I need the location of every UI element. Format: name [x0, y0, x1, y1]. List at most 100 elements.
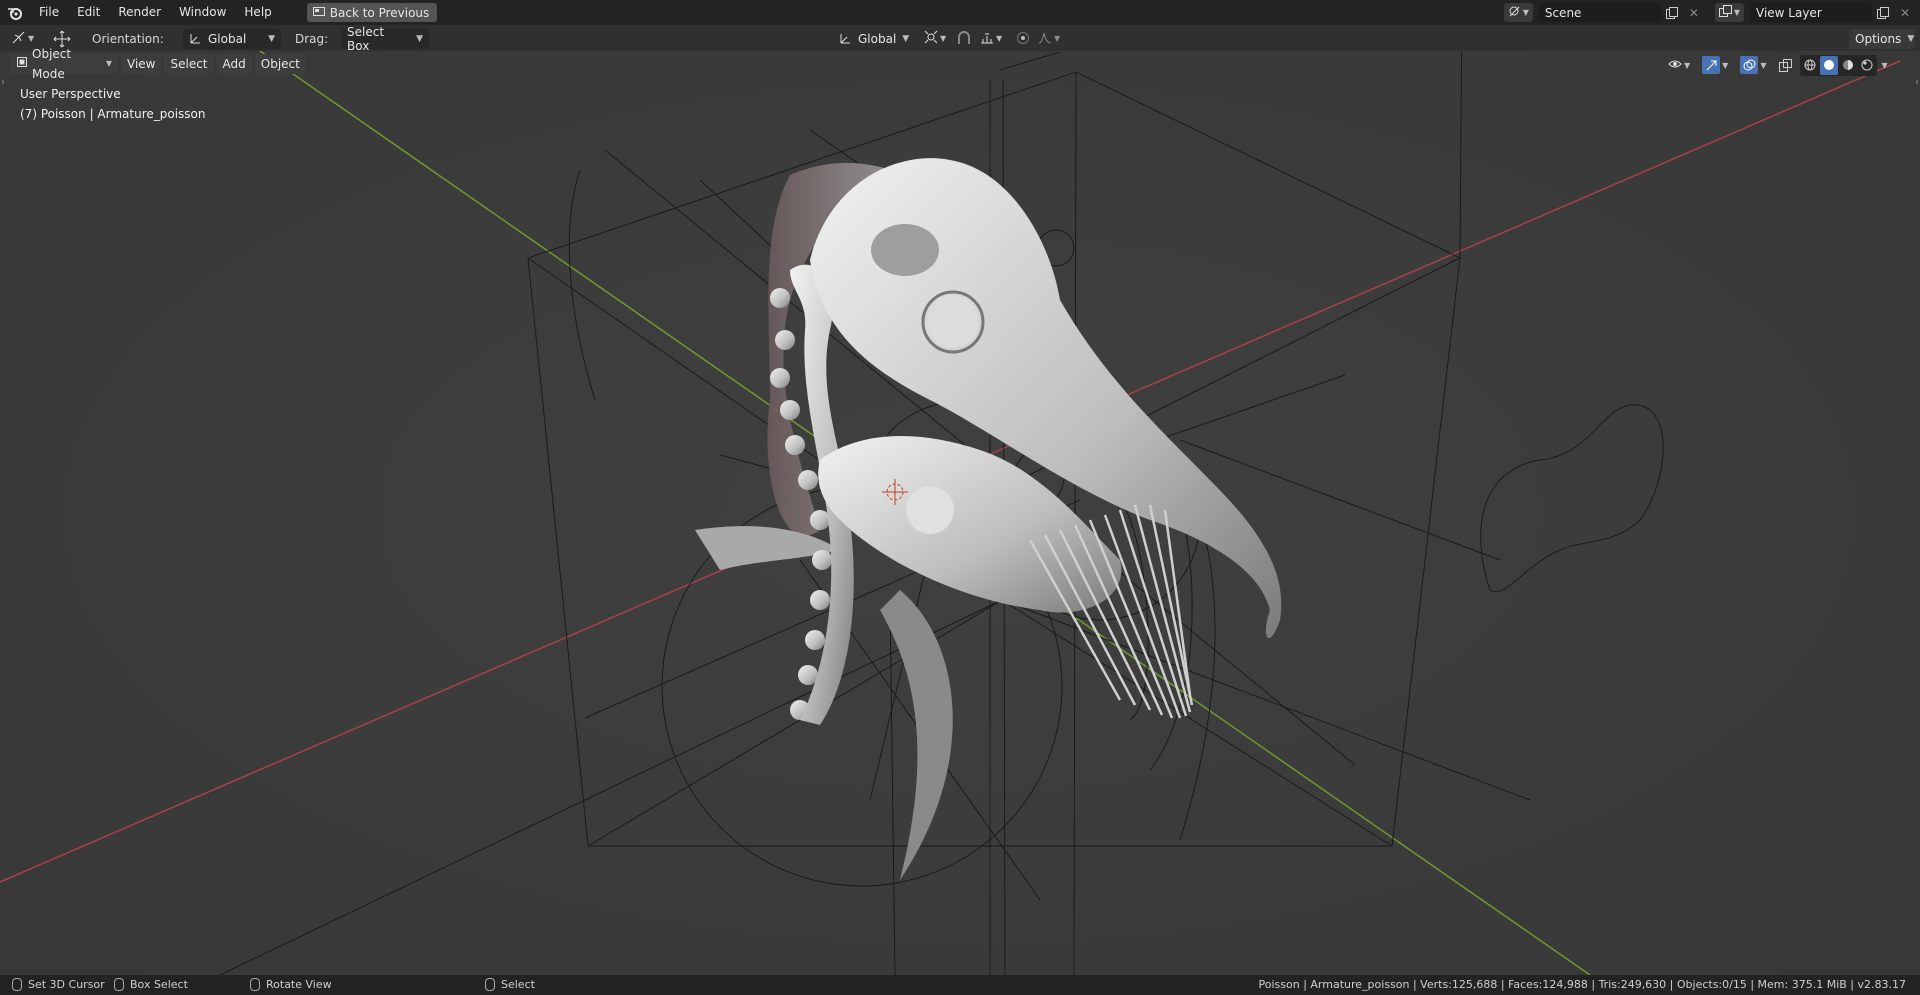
chevron-down-icon: ▼	[902, 34, 910, 44]
add-menu[interactable]: Add	[216, 54, 252, 74]
visibility-button[interactable]: ▼	[1664, 56, 1694, 75]
new-view-layer-icon[interactable]	[1872, 3, 1894, 22]
back-to-previous-button[interactable]: Back to Previous	[306, 3, 438, 22]
drag-dropdown[interactable]: Select Box ▼	[341, 25, 429, 53]
viewport-scene	[0, 51, 1920, 975]
view-layer-icon	[1718, 5, 1732, 20]
material-preview-shading-icon[interactable]	[1839, 56, 1857, 75]
scene-name-value: Scene	[1544, 5, 1582, 20]
chevron-down-icon: ▼	[1907, 34, 1915, 44]
object-mode-label: Object Mode	[32, 47, 72, 81]
mouse-middle-icon	[250, 978, 260, 991]
scene-statistics: Poisson | Armature_poisson | Verts:125,6…	[1258, 978, 1906, 991]
chevron-down-icon: ▼	[268, 34, 275, 44]
falloff-curve-icon	[1038, 31, 1052, 47]
menu-file[interactable]: File	[30, 0, 68, 25]
chevron-down-icon: ▼	[1722, 60, 1729, 70]
proportional-editing-icon[interactable]	[1016, 31, 1030, 48]
transform-orientation-dropdown[interactable]: Global ▼	[833, 29, 915, 49]
menu-help[interactable]: Help	[235, 0, 280, 25]
right-panel-toggle-icon[interactable]: ‹	[1915, 77, 1919, 88]
drag-label: Drag:	[295, 32, 329, 46]
shading-mode-group	[1800, 54, 1878, 76]
chevron-down-icon: ▼	[416, 34, 423, 44]
snap-increment-icon	[980, 31, 994, 47]
options-label: Options	[1855, 32, 1902, 46]
object-menu[interactable]: Object	[254, 54, 306, 74]
view-menu[interactable]: View	[121, 54, 162, 74]
gizmo-button[interactable]: ▼	[1698, 56, 1732, 75]
view-layer-name-field[interactable]: View Layer	[1750, 3, 1872, 22]
chevron-down-icon: ▼	[1054, 34, 1061, 43]
rendered-shading-icon[interactable]	[1858, 56, 1876, 75]
left-panel-toggle-icon[interactable]: ›	[1, 77, 5, 88]
box-select-label: Box Select	[130, 978, 188, 991]
mouse-drag-icon	[114, 978, 124, 991]
chevron-down-icon: ▼	[1733, 8, 1740, 17]
options-dropdown[interactable]: Options ▼	[1849, 29, 1915, 49]
viewport-perspective-text: User Perspective	[20, 87, 121, 101]
view-layer-name-value: View Layer	[1756, 5, 1822, 20]
chevron-down-icon: ▼	[1684, 60, 1691, 70]
scene-name-field[interactable]: Scene	[1538, 3, 1661, 22]
drag-value: Select Box	[347, 25, 385, 53]
pivot-point-button[interactable]: ▼	[920, 29, 950, 48]
top-menu-bar: File Edit Render Window Help Back to Pre…	[0, 0, 1920, 25]
new-scene-icon[interactable]	[1661, 3, 1683, 22]
transform-orientation-value: Global	[858, 32, 897, 46]
tool-header: ▼ Orientation: Global ▼ Drag: Select Box…	[0, 25, 1920, 53]
status-rotate-view: Rotate View	[250, 978, 332, 991]
menu-window[interactable]: Window	[170, 0, 235, 25]
eye-icon	[1668, 58, 1682, 73]
mouse-left-icon	[12, 978, 22, 991]
viewport-shading-controls: ▼ ▼ ▼ ▼	[1664, 54, 1888, 76]
view-layer-selector-button[interactable]: ▼	[1714, 3, 1744, 22]
menu-edit[interactable]: Edit	[68, 0, 109, 25]
menu-render[interactable]: Render	[109, 0, 170, 25]
orientation-label: Orientation:	[92, 32, 164, 46]
select-label: Select	[501, 978, 535, 991]
3d-viewport[interactable]: › ‹	[0, 51, 1920, 975]
select-menu[interactable]: Select	[164, 54, 214, 74]
status-select: Select	[485, 978, 535, 991]
chevron-down-icon: ▼	[1760, 60, 1767, 70]
top-right-controls: ▼ Scene ✕ ▼ View Layer ✕	[1503, 0, 1920, 25]
rotate-view-label: Rotate View	[266, 978, 332, 991]
viewport-active-object-text: (7) Poisson | Armature_poisson	[20, 107, 206, 121]
snap-toggle-icon[interactable]	[956, 31, 972, 49]
status-box-select: Box Select	[114, 978, 188, 991]
xray-toggle-icon[interactable]	[1774, 56, 1796, 75]
orientation-dropdown[interactable]: Global ▼	[183, 29, 281, 49]
viewport-editor-icon	[12, 31, 26, 47]
scene-icon	[1508, 5, 1521, 20]
delete-view-layer-icon[interactable]: ✕	[1894, 3, 1916, 22]
status-bar: Set 3D Cursor Box Select Rotate View Sel…	[0, 975, 1920, 995]
back-to-previous-label: Back to Previous	[329, 5, 430, 20]
object-mode-dropdown[interactable]: Object Mode ▼	[10, 47, 118, 81]
wireframe-shading-icon[interactable]	[1801, 56, 1819, 75]
scene-selector-button[interactable]: ▼	[1503, 3, 1533, 22]
gizmo-icon	[1702, 56, 1721, 74]
chevron-down-icon: ▼	[996, 34, 1003, 43]
overlays-icon	[1740, 56, 1759, 74]
global-axes-icon	[839, 32, 852, 47]
shading-options-chevron-icon[interactable]: ▼	[1881, 61, 1887, 70]
viewport-header: Object Mode ▼ View Select Add Object	[10, 47, 306, 81]
overlays-button[interactable]: ▼	[1736, 56, 1770, 75]
chevron-down-icon: ▼	[1522, 8, 1529, 17]
delete-scene-icon[interactable]: ✕	[1683, 3, 1705, 22]
snap-target-button[interactable]: ▼	[976, 29, 1006, 48]
blender-logo-icon[interactable]	[0, 0, 30, 25]
solid-shading-icon[interactable]	[1820, 55, 1839, 75]
object-mode-icon	[16, 54, 28, 74]
screen-icon	[312, 6, 325, 20]
chevron-down-icon: ▼	[940, 34, 947, 43]
chevron-down-icon: ▼	[28, 34, 35, 43]
chevron-down-icon: ▼	[105, 59, 112, 68]
global-axes-icon	[189, 32, 202, 47]
orientation-value: Global	[208, 32, 247, 46]
pivot-point-icon	[924, 30, 938, 47]
falloff-button[interactable]: ▼	[1034, 29, 1064, 48]
set-cursor-label: Set 3D Cursor	[28, 978, 105, 991]
mouse-right-icon	[485, 978, 495, 991]
